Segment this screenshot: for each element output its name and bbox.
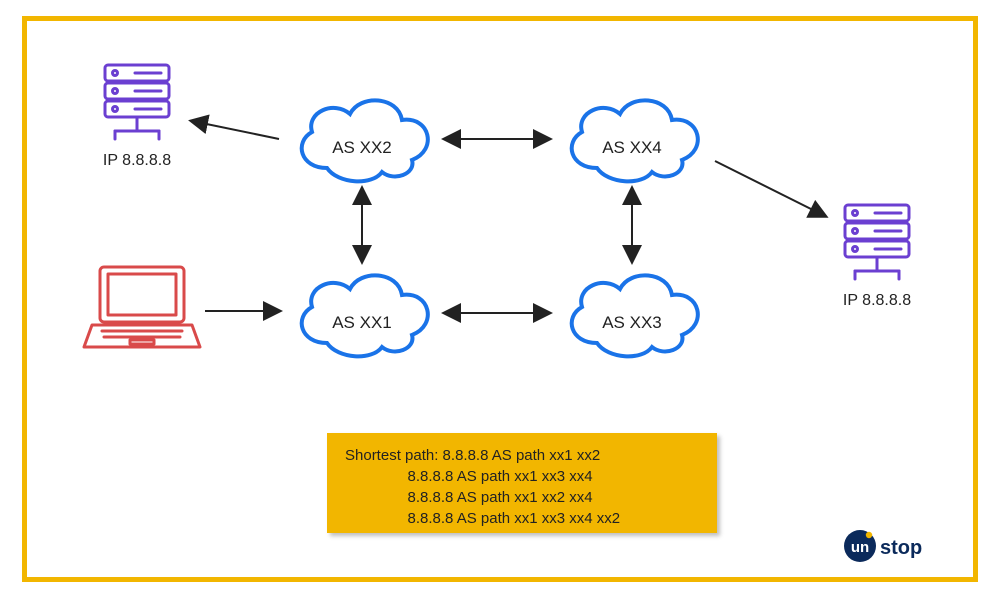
pathbox-text: Shortest path: 8.8.8.8 AS path xx1 xx2 8… [345,447,620,527]
svg-text:stop: stop [880,537,922,559]
edge-as2-server-left [192,121,279,139]
diagram-frame: IP 8.8.8.8 IP 8.8.8.8 [22,16,978,582]
edge-as4-server-right [715,161,825,216]
unstop-logo: un stop [843,529,943,563]
unstop-logo-icon: un stop [843,529,943,563]
shortest-path-box: Shortest path: 8.8.8.8 AS path xx1 xx2 8… [327,433,717,533]
svg-text:un: un [851,539,869,556]
